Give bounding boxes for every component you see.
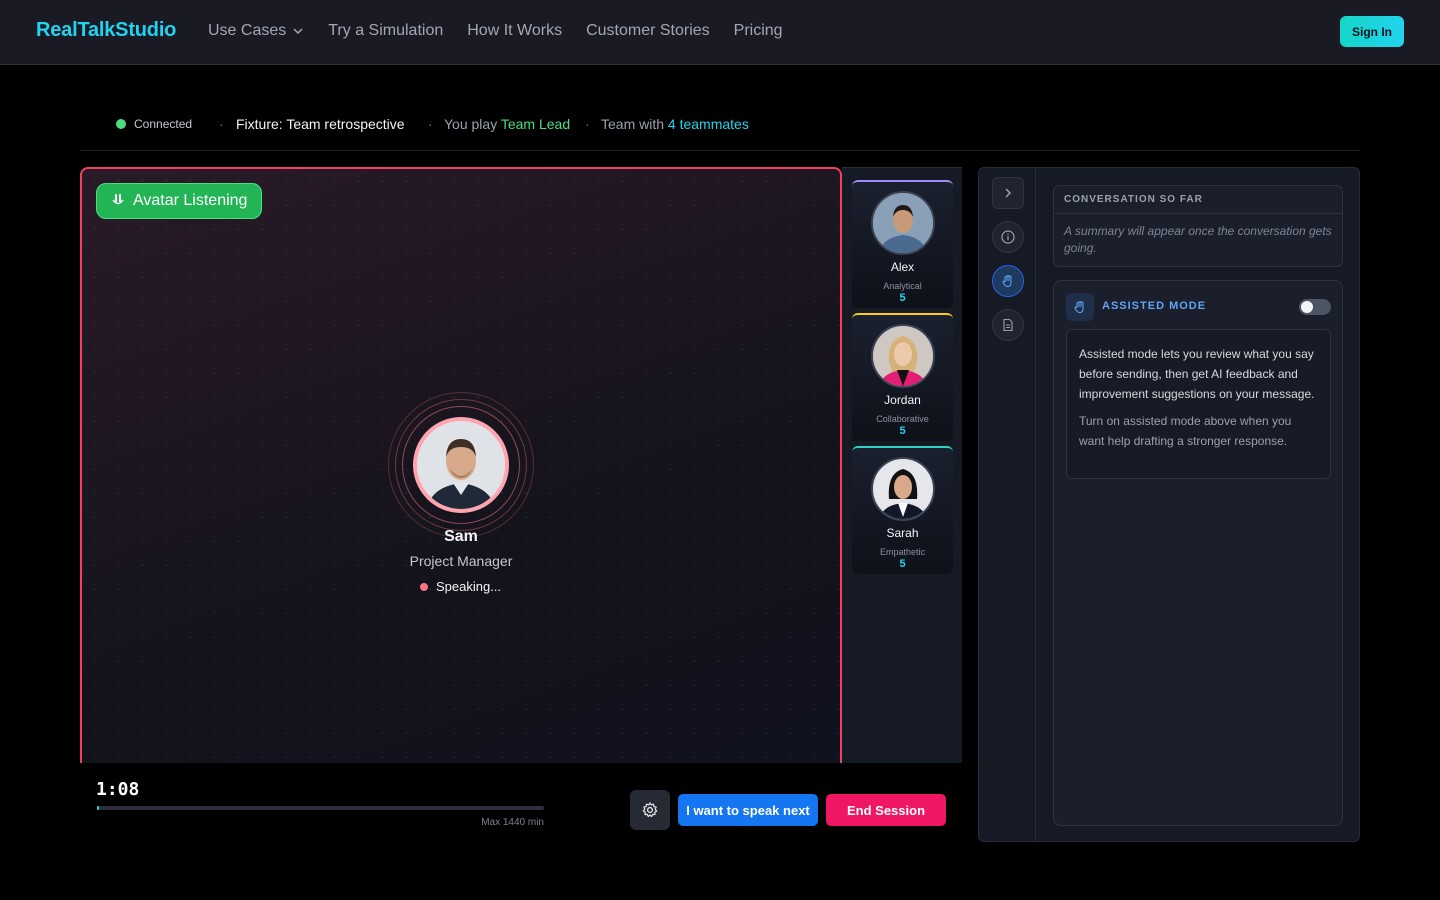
teammate-score: 5 <box>899 292 906 304</box>
toggle-knob <box>1301 301 1313 313</box>
chevron-down-icon <box>293 28 303 35</box>
separator: · <box>428 116 433 132</box>
role-value: Team Lead <box>500 116 571 132</box>
microphone-icon <box>112 194 124 205</box>
assisted-description-2: Turn on assisted mode above when you wan… <box>1079 414 1292 448</box>
assisted-mode-card: ASSISTED MODE Assisted mode lets you rev… <box>1053 280 1343 826</box>
teammate-score: 5 <box>899 425 906 437</box>
teammate-avatar <box>871 324 935 388</box>
nav-how-it-works[interactable]: How It Works <box>467 22 562 40</box>
summary-title: CONVERSATION SO FAR <box>1054 186 1342 214</box>
top-navbar: RealTalkStudio Use Cases Try a Simulatio… <box>0 0 1440 65</box>
team-prefix: Team with <box>601 116 665 132</box>
teammates-column: Alex Analytical 5 Jordan Collaborative 5… <box>842 167 962 763</box>
assisted-mode-description: Assisted mode lets you review what you s… <box>1066 329 1331 479</box>
teammate-name: Sarah <box>886 526 919 540</box>
panel-rail <box>979 168 1036 841</box>
summary-body: A summary will appear once the conversat… <box>1064 224 1332 255</box>
speaker-role: Project Manager <box>409 553 513 569</box>
chevron-right-icon <box>1005 188 1012 198</box>
role-info: You play Team Lead <box>444 116 570 132</box>
brand-logo[interactable]: RealTalkStudio <box>36 19 176 42</box>
connection-status-dot <box>116 119 126 129</box>
nav-pricing[interactable]: Pricing <box>734 22 783 40</box>
hand-icon <box>1002 274 1012 288</box>
teammate-avatar <box>871 457 935 521</box>
listening-label: Avatar Listening <box>133 192 248 209</box>
speaker-name: Sam <box>444 528 478 545</box>
assisted-mode-toggle[interactable] <box>1299 299 1331 315</box>
role-prefix: You play <box>444 116 498 132</box>
collapse-panel-button[interactable] <box>992 177 1024 209</box>
info-button[interactable] <box>992 221 1024 253</box>
session-progress-bar <box>97 806 544 810</box>
connection-status: Connected <box>134 117 193 131</box>
speaking-rings <box>388 392 534 538</box>
teammate-card-alex[interactable]: Alex Analytical 5 <box>852 180 953 308</box>
document-button[interactable] <box>992 309 1024 341</box>
document-icon <box>1003 318 1013 332</box>
nav-try-simulation[interactable]: Try a Simulation <box>328 22 443 40</box>
assisted-mode-title: ASSISTED MODE <box>1102 300 1207 312</box>
teammate-avatar <box>871 191 935 255</box>
team-info: Team with 4 teammates <box>601 116 749 132</box>
conversation-summary: CONVERSATION SO FAR A summary will appea… <box>1053 185 1343 267</box>
settings-button[interactable] <box>630 790 670 830</box>
avatar-listening-badge: Avatar Listening <box>96 183 263 219</box>
speaking-dot <box>420 582 428 591</box>
teammate-name: Jordan <box>884 393 921 407</box>
hand-icon <box>1074 300 1084 314</box>
nav-use-cases[interactable]: Use Cases <box>208 22 304 40</box>
gear-icon <box>642 802 658 818</box>
teammate-trait: Collaborative <box>876 414 929 424</box>
nav-links: Use Cases Try a Simulation How It Works … <box>208 22 783 40</box>
assisted-mode-icon-wrap <box>1066 293 1094 321</box>
separator: · <box>585 116 590 132</box>
teammate-card-sarah[interactable]: Sarah Empathetic 5 <box>852 446 953 574</box>
teammate-card-jordan[interactable]: Jordan Collaborative 5 <box>852 313 953 441</box>
speaking-label: Speaking... <box>436 579 502 594</box>
assisted-mode-tab[interactable] <box>992 265 1024 297</box>
assisted-description-1: Assisted mode lets you review what you s… <box>1079 347 1315 401</box>
speak-next-button[interactable]: I want to speak next <box>678 794 818 826</box>
speaker-avatar <box>413 417 509 513</box>
session-timer: 1:08 <box>96 779 140 800</box>
separator: · <box>219 116 224 132</box>
nav-customer-stories[interactable]: Customer Stories <box>586 22 710 40</box>
session-status-bar: Connected · Fixture: Team retrospective … <box>80 100 1360 151</box>
teammate-score: 5 <box>899 558 906 570</box>
session-controls: 1:08 Max 1440 min I want to speak next E… <box>80 763 962 842</box>
teammate-trait: Analytical <box>883 281 922 291</box>
teammate-name: Alex <box>890 260 915 274</box>
avatar-stage: Avatar Listening Sam Project Manager Spe… <box>80 167 842 842</box>
nav-use-cases-label: Use Cases <box>208 22 287 39</box>
fixture-label: Fixture: Team retrospective <box>236 116 405 132</box>
side-panel: CONVERSATION SO FAR A summary will appea… <box>978 167 1360 842</box>
sign-in-button[interactable]: Sign In <box>1340 16 1404 47</box>
speaking-indicator: Speaking... <box>420 579 501 594</box>
end-session-button[interactable]: End Session <box>826 794 946 826</box>
info-icon <box>1001 230 1015 244</box>
session-progress-fill <box>97 806 99 810</box>
teammate-trait: Empathetic <box>879 547 926 557</box>
max-duration-label: Max 1440 min <box>481 817 544 828</box>
teammates-count: 4 teammates <box>667 116 749 132</box>
